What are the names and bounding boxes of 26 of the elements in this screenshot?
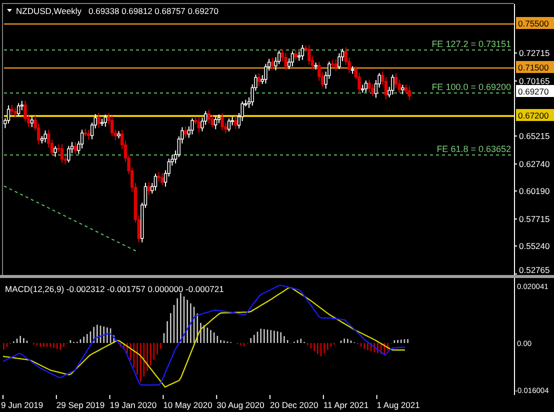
date-label: 20 Dec 2020 <box>270 400 318 410</box>
price-axis-label: 0.60190 <box>519 186 550 196</box>
fibonacci-label: FE 127.2 = 0.73151 <box>432 39 511 49</box>
price-axis-label: 0.70165 <box>519 76 550 86</box>
chart-title: NZDUSD,Weekly <box>16 6 82 16</box>
date-label: 29 Sep 2019 <box>56 400 105 410</box>
price-tag: 0.71500 <box>516 61 554 73</box>
price-tag: 0.75500 <box>516 17 554 29</box>
date-label: 30 Aug 2020 <box>216 400 264 410</box>
price-axis-label: 0.55240 <box>519 241 550 251</box>
date-label: 19 Jan 2020 <box>110 400 157 410</box>
price-axis-label: 0.57715 <box>519 214 550 224</box>
date-label: 9 Jun 2019 <box>1 400 44 410</box>
fibonacci-label: FE 100.0 = 0.69200 <box>432 82 511 92</box>
price-axis-label: 0.72715 <box>519 48 550 58</box>
ohlc-values: 0.69338 0.69812 0.68757 0.69270 <box>88 6 218 16</box>
date-label: 10 May 2020 <box>163 400 212 410</box>
price-tag: 0.67200 <box>516 109 554 121</box>
date-label: 11 Apr 2021 <box>323 400 369 410</box>
price-axis-label: 0.62740 <box>519 159 550 169</box>
price-axis-label: 0.65215 <box>519 131 550 141</box>
fibonacci-label: FE 61.8 = 0.63652 <box>436 144 511 154</box>
price-tag: 0.69270 <box>516 85 554 97</box>
price-axis-label: 0.52765 <box>519 265 550 275</box>
indicator-label: MACD(12,26,9) -0.002312 -0.001757 0.000000 -0.000721 <box>5 284 224 294</box>
date-label: 1 Aug 2021 <box>376 400 420 410</box>
